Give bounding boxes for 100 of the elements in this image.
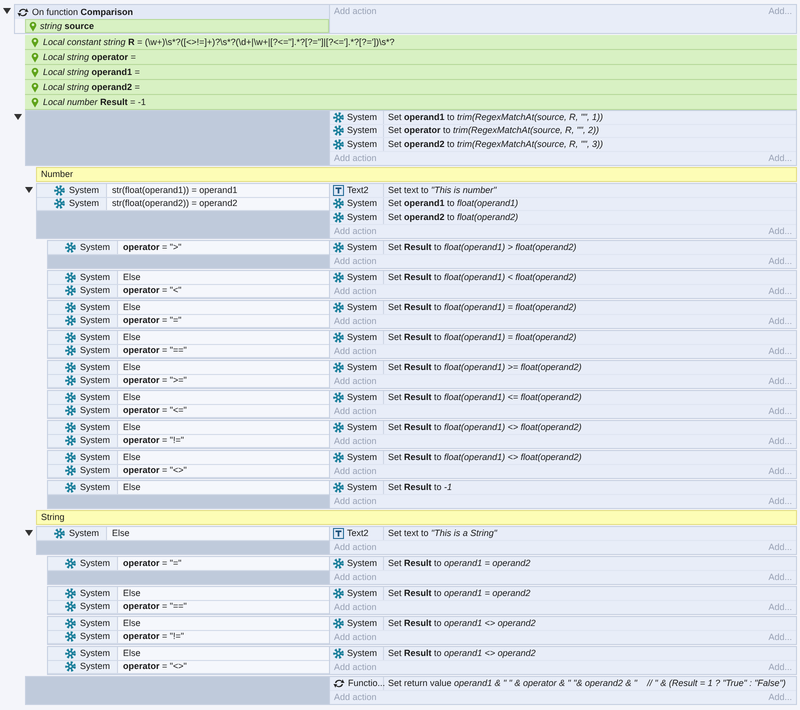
local-variable-row[interactable]: Local number Result = -1 <box>25 95 797 110</box>
add-action-link[interactable]: Add action <box>334 572 377 582</box>
condition-row[interactable]: System operator = "<" <box>48 284 329 298</box>
add-action-link[interactable]: Add action <box>334 466 377 476</box>
condition-row[interactable]: System operator = ">" <box>48 241 329 254</box>
local-variable-row[interactable]: Local string operator = <box>25 50 797 65</box>
gear-icon <box>333 212 344 223</box>
add-link[interactable]: Add... <box>768 466 792 476</box>
add-action-link[interactable]: Add action <box>334 662 377 672</box>
add-link[interactable]: Add... <box>768 376 792 386</box>
local-variable-row[interactable]: Local constant string R = (\w+)\s*?([<>!=]+)?\s*?(\d+|\w+|[?<="].*?[?="]|[?<='].*?[?='])\s*? <box>25 35 797 50</box>
condition-row[interactable]: System operator = ">=" <box>48 374 329 388</box>
condition-text: Else <box>118 391 329 404</box>
object-name: System <box>347 648 378 658</box>
add-action-link[interactable]: Add action <box>334 406 377 416</box>
condition-row[interactable]: System operator = "=" <box>48 557 329 570</box>
add-link[interactable]: Add... <box>768 572 792 582</box>
condition-row[interactable]: System str(float(operand1)) = operand1 <box>37 184 329 198</box>
add-link[interactable]: Add... <box>768 154 792 163</box>
condition-row[interactable]: System Else <box>48 451 329 464</box>
object-name: System <box>80 452 110 462</box>
add-link[interactable]: Add... <box>768 602 792 612</box>
condition-text: operator = "<=" <box>118 404 329 417</box>
condition-row[interactable]: System operator = "<=" <box>48 404 329 418</box>
condition-row[interactable]: System Else <box>48 587 329 600</box>
add-link[interactable]: Add... <box>768 632 792 642</box>
add-action-link[interactable]: Add action <box>334 226 377 236</box>
add-link[interactable]: Add... <box>768 286 792 296</box>
add-link[interactable]: Add... <box>768 662 792 672</box>
object-name: System <box>69 528 100 538</box>
gear-icon <box>65 558 76 569</box>
add-action-link[interactable]: Add action <box>334 316 377 326</box>
local-variable-row[interactable]: Local string operand2 = <box>25 80 797 95</box>
condition-row[interactable]: System Else <box>48 301 329 314</box>
parameter-row[interactable]: string source <box>25 19 329 33</box>
object-name: System <box>80 242 110 252</box>
add-action-link[interactable]: Add action <box>334 154 377 163</box>
add-action-link[interactable]: Add action <box>334 542 377 552</box>
condition-text: Else <box>107 527 329 540</box>
expand-toggle[interactable] <box>25 530 33 536</box>
condition-text: Else <box>118 421 329 434</box>
condition-row[interactable]: System operator = "<>" <box>48 660 329 674</box>
condition-row[interactable]: System operator = "!=" <box>48 630 329 644</box>
expand-toggle[interactable] <box>25 187 33 193</box>
add-link[interactable]: Add... <box>768 226 792 236</box>
add-link[interactable]: Add... <box>768 316 792 326</box>
object-name: System <box>347 618 378 628</box>
loop-arrows-icon <box>17 6 29 18</box>
local-variable-row[interactable]: Local string operand1 = <box>25 65 797 80</box>
action-text: Set operand2 to float(operand2) <box>387 212 518 222</box>
object-name: System <box>347 588 378 598</box>
add-link[interactable]: Add... <box>768 496 792 506</box>
add-action-link[interactable]: Add action <box>334 286 377 296</box>
action-text: Set text to "This is number" <box>387 186 496 195</box>
condition-row[interactable]: System Else <box>37 527 329 540</box>
condition-row[interactable]: System Else <box>48 331 329 344</box>
condition-row[interactable]: System operator = "<>" <box>48 464 329 478</box>
add-link[interactable]: Add... <box>768 346 792 356</box>
action-text: Set text to "This is a String" <box>387 528 497 538</box>
object-name: Functio... <box>348 678 386 688</box>
condition-row[interactable]: System Else <box>48 271 329 284</box>
action-text: Set operand1 to float(operand1) <box>387 199 518 208</box>
condition-row[interactable]: System Else <box>48 391 329 404</box>
condition-row[interactable]: System Else <box>48 421 329 434</box>
condition-row[interactable]: System Else <box>48 647 329 660</box>
add-link[interactable]: Add... <box>768 542 792 552</box>
condition-row[interactable]: System operator = "!=" <box>48 434 329 448</box>
object-name: System <box>347 199 378 208</box>
add-action-link[interactable]: Add action <box>334 256 377 266</box>
expand-toggle[interactable] <box>3 8 11 14</box>
object-name: System <box>80 332 110 342</box>
condition-row[interactable]: System operator = "=" <box>48 314 329 328</box>
add-action-link[interactable]: Add action <box>334 7 377 16</box>
add-action-link[interactable]: Add action <box>334 376 377 386</box>
gear-icon <box>65 435 76 446</box>
add-link[interactable]: Add... <box>768 436 792 446</box>
add-action-link[interactable]: Add action <box>334 632 377 642</box>
add-action-link[interactable]: Add action <box>334 692 377 702</box>
add-action-link[interactable]: Add action <box>334 496 377 506</box>
condition-text: operator = ">=" <box>118 374 329 387</box>
add-link[interactable]: Add... <box>768 692 792 702</box>
function-header[interactable]: On function Comparison <box>15 5 329 19</box>
gear-icon <box>65 422 76 433</box>
gear-icon <box>65 601 76 612</box>
action-text: Set Result to float(operand1) = float(operand2) <box>387 302 576 312</box>
condition-row[interactable]: System str(float(operand2)) = operand2 <box>37 198 329 211</box>
condition-row[interactable]: System operator = "==" <box>48 600 329 614</box>
object-name: System <box>80 302 110 312</box>
condition-row[interactable]: System operator = "==" <box>48 344 329 358</box>
add-link[interactable]: Add... <box>768 256 792 266</box>
add-link[interactable]: Add... <box>768 7 792 16</box>
condition-row[interactable]: System Else <box>48 617 329 630</box>
expand-toggle[interactable] <box>14 114 22 120</box>
action-text: Set Result to float(operand1) = float(operand2) <box>387 332 576 342</box>
add-action-link[interactable]: Add action <box>334 346 377 356</box>
add-action-link[interactable]: Add action <box>334 602 377 612</box>
add-link[interactable]: Add... <box>768 406 792 416</box>
add-action-link[interactable]: Add action <box>334 436 377 446</box>
condition-row[interactable]: System Else <box>48 481 329 494</box>
condition-row[interactable]: System Else <box>48 361 329 374</box>
